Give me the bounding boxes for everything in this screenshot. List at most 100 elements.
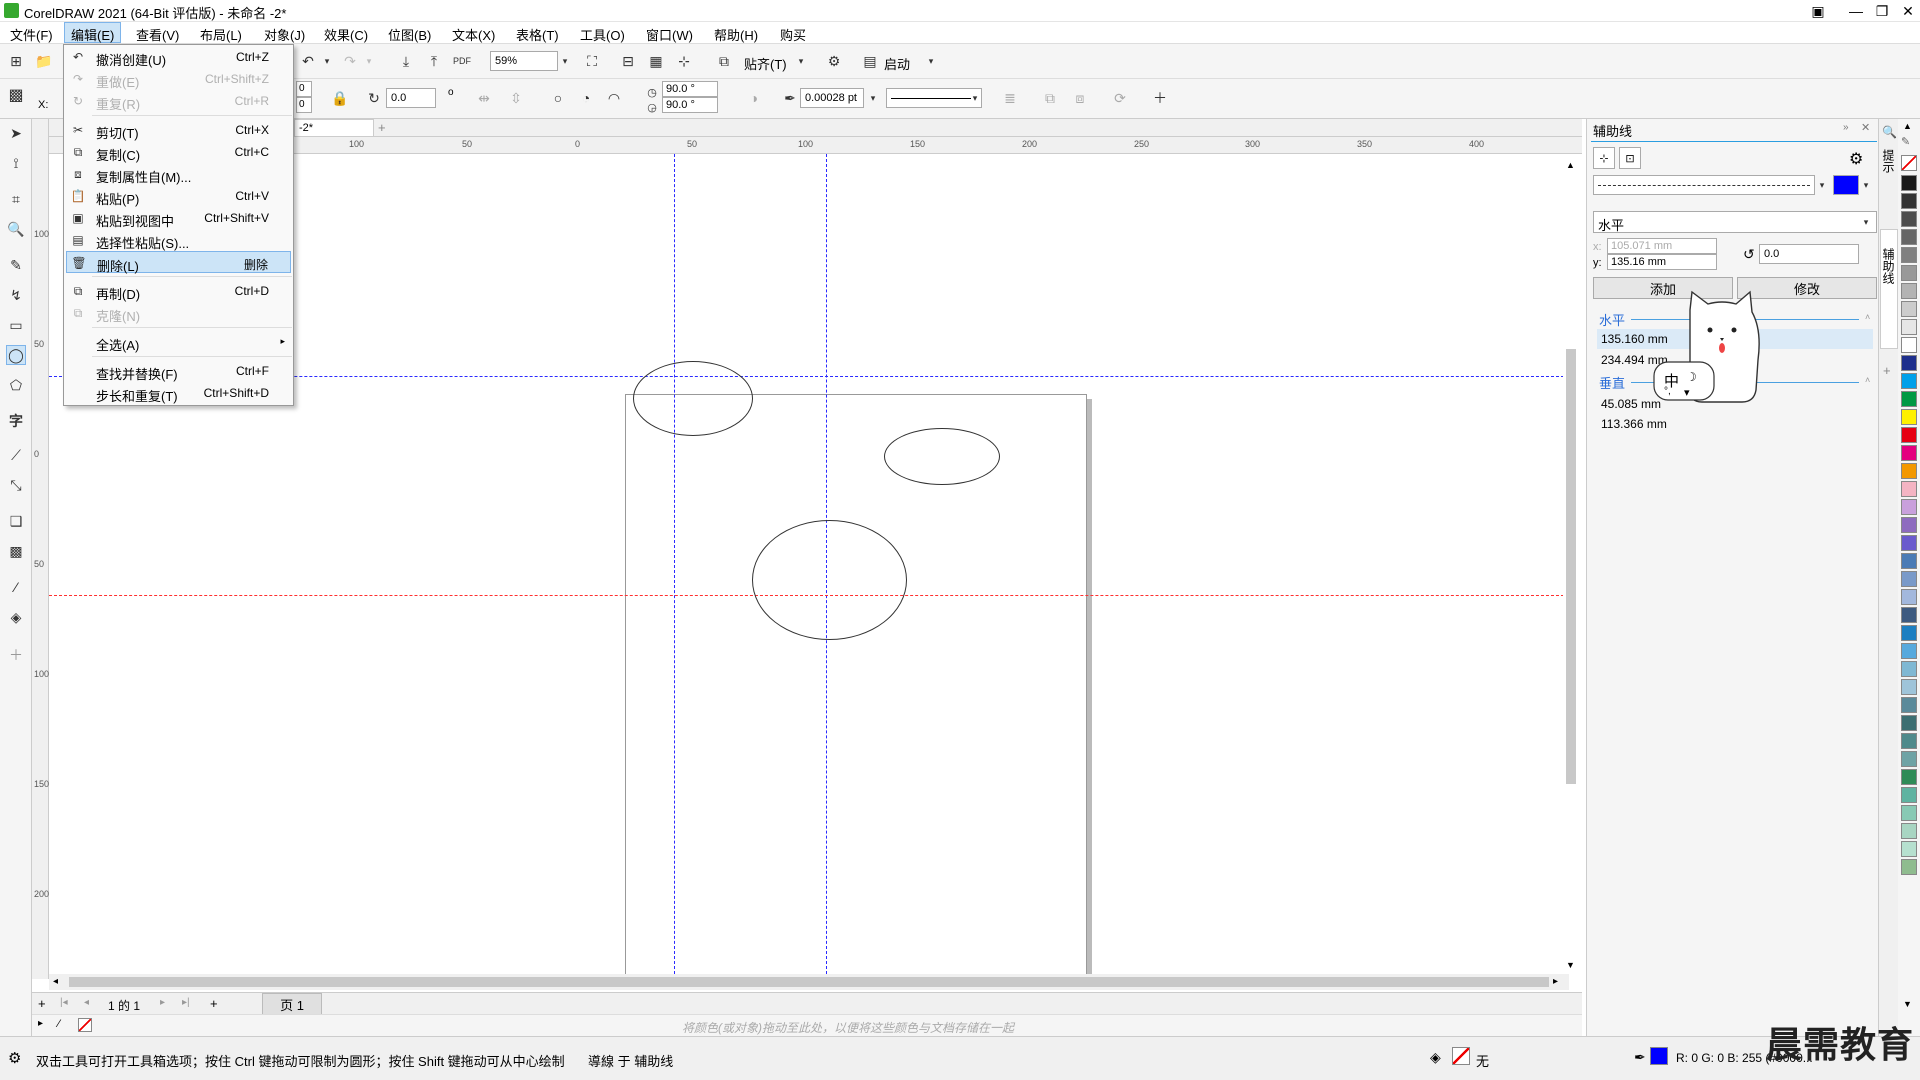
menu-help[interactable]: 帮助(H) bbox=[714, 25, 758, 44]
outline-color-swatch[interactable] bbox=[1650, 1047, 1668, 1065]
scroll-down-icon[interactable]: ▼ bbox=[1566, 960, 1575, 970]
ellipse-mode-icon[interactable]: ○ bbox=[548, 88, 568, 108]
transparency-icon[interactable]: ▩ bbox=[6, 541, 26, 561]
color-swatch[interactable] bbox=[1901, 607, 1917, 623]
zoom-dropdown[interactable]: ▾ bbox=[558, 51, 572, 71]
document-tab[interactable]: -2* bbox=[294, 119, 374, 137]
redo-dropdown[interactable]: ▾ bbox=[362, 51, 376, 71]
guide-list-item[interactable]: 113.366 mm bbox=[1601, 417, 1667, 431]
color-swatch[interactable] bbox=[1901, 643, 1917, 659]
palette-scroll-up-icon[interactable]: ▲ bbox=[1903, 121, 1912, 131]
launch-icon[interactable]: ▤ bbox=[860, 51, 880, 71]
lock-guide-icon[interactable]: ⊡ bbox=[1619, 147, 1641, 169]
menu-item-redo[interactable]: ↷ 重做(E) Ctrl+Shift+Z bbox=[66, 68, 291, 90]
guide-orientation-select[interactable]: 水平 bbox=[1593, 211, 1877, 233]
orientation-dropdown[interactable]: ▾ bbox=[1859, 212, 1873, 232]
outline-width-field[interactable]: 0.00028 pt bbox=[800, 88, 864, 108]
horizontal-scroll-thumb[interactable] bbox=[69, 977, 1549, 987]
color-swatch[interactable] bbox=[1901, 193, 1917, 209]
guide-y-field[interactable]: 135.16 mm bbox=[1607, 254, 1717, 270]
eyedropper-icon[interactable]: ⁄ bbox=[58, 1018, 60, 1030]
zoom-tool-icon[interactable]: 🔍 bbox=[6, 219, 26, 239]
rotation-field[interactable]: 0.0 bbox=[386, 88, 436, 108]
palette-edit-icon[interactable]: ✎ bbox=[1901, 135, 1910, 148]
color-swatch[interactable] bbox=[1901, 499, 1917, 515]
menu-item-cut[interactable]: ✂ 剪切(T) Ctrl+X bbox=[66, 119, 291, 141]
menu-layout[interactable]: 布局(L) bbox=[200, 25, 242, 44]
line-style-dropdown[interactable]: ▾ bbox=[968, 88, 982, 108]
guide-x-field[interactable]: 105.071 mm bbox=[1607, 238, 1717, 254]
full-screen-icon[interactable]: ⛶ bbox=[582, 51, 602, 71]
color-swatch[interactable] bbox=[1901, 733, 1917, 749]
new-document-icon[interactable]: ⊞ bbox=[6, 51, 26, 71]
launch-dropdown[interactable]: ▾ bbox=[924, 51, 938, 71]
outline-pen-icon[interactable]: ✒ bbox=[780, 88, 800, 108]
height-field[interactable]: 0 bbox=[296, 97, 312, 113]
pick-tool-icon[interactable]: ➤ bbox=[6, 123, 26, 143]
artistic-media-icon[interactable]: ↯ bbox=[6, 285, 26, 305]
ellipse-tool-icon[interactable]: ◯ bbox=[6, 345, 26, 365]
ime-punct-icon[interactable]: °, bbox=[1664, 386, 1671, 397]
fill-icon[interactable]: ◈ bbox=[1430, 1049, 1441, 1066]
menu-buy[interactable]: 购买 bbox=[780, 25, 806, 44]
add-page-before-icon[interactable]: + bbox=[38, 996, 46, 1011]
menu-table[interactable]: 表格(T) bbox=[516, 25, 559, 44]
color-swatch[interactable] bbox=[1901, 427, 1917, 443]
color-swatch[interactable] bbox=[1901, 841, 1917, 857]
menu-item-find-replace[interactable]: 查找并替换(F) Ctrl+F bbox=[66, 360, 291, 382]
menu-window[interactable]: 窗口(W) bbox=[646, 25, 693, 44]
vertical-guide[interactable] bbox=[674, 154, 675, 974]
palette-scroll-down-icon[interactable]: ▼ bbox=[1903, 999, 1912, 1009]
color-swatch[interactable] bbox=[1901, 247, 1917, 263]
color-swatch[interactable] bbox=[1901, 787, 1917, 803]
show-guides-icon[interactable]: ⊹ bbox=[674, 51, 694, 71]
color-swatch[interactable] bbox=[1901, 589, 1917, 605]
wrap-text-icon[interactable]: ≣ bbox=[1000, 88, 1020, 108]
menu-effects[interactable]: 效果(C) bbox=[324, 25, 368, 44]
guide-color-swatch[interactable] bbox=[1833, 175, 1859, 195]
color-swatch[interactable] bbox=[1901, 283, 1917, 299]
add-docker-icon[interactable]: + bbox=[1883, 363, 1891, 378]
color-swatch[interactable] bbox=[1901, 517, 1917, 533]
menu-tools[interactable]: 工具(O) bbox=[580, 25, 625, 44]
width-field[interactable]: 0 bbox=[296, 81, 312, 97]
color-swatch[interactable] bbox=[1901, 823, 1917, 839]
vertical-ruler[interactable]: 100 50 0 50 100 150 200 bbox=[32, 119, 49, 979]
menu-item-delete[interactable]: 🗑 删除(L) 删除 bbox=[66, 251, 291, 274]
dimension-tool-icon[interactable]: ⟋ bbox=[6, 445, 26, 465]
zoom-level-field[interactable]: 59% bbox=[490, 51, 558, 71]
color-swatch[interactable] bbox=[1901, 697, 1917, 713]
color-swatch[interactable] bbox=[1901, 229, 1917, 245]
menu-edit[interactable]: 编辑(E) bbox=[64, 22, 122, 43]
color-swatch[interactable] bbox=[1901, 535, 1917, 551]
menu-item-paste[interactable]: 📋 粘贴(P) Ctrl+V bbox=[66, 185, 291, 207]
color-swatch[interactable] bbox=[1901, 211, 1917, 227]
color-swatch[interactable] bbox=[1901, 769, 1917, 785]
end-angle-field[interactable]: 90.0 ° bbox=[662, 97, 718, 113]
color-swatch[interactable] bbox=[1901, 571, 1917, 587]
crop-tool-icon[interactable]: ⌗ bbox=[6, 189, 26, 209]
line-style-dropdown[interactable]: ▾ bbox=[1815, 175, 1829, 195]
docker-options-gear-icon[interactable]: ⚙ bbox=[1849, 149, 1863, 169]
scroll-right-icon[interactable]: ▸ bbox=[1553, 976, 1558, 987]
pie-mode-icon[interactable]: ◔ bbox=[576, 88, 596, 108]
menu-file[interactable]: 文件(F) bbox=[10, 25, 53, 44]
show-rulers-icon[interactable]: ⊟ bbox=[618, 51, 638, 71]
snap-icon[interactable]: ⧉ bbox=[714, 51, 734, 71]
vertical-scroll-thumb[interactable] bbox=[1566, 349, 1576, 784]
color-swatch[interactable] bbox=[1901, 391, 1917, 407]
color-swatch[interactable] bbox=[1901, 679, 1917, 695]
menu-item-paste-special[interactable]: ▤ 选择性粘贴(S)... bbox=[66, 229, 291, 251]
outline-pen-icon[interactable]: ✒ bbox=[1634, 1049, 1646, 1066]
color-swatch[interactable] bbox=[1901, 175, 1917, 191]
drop-shadow-icon[interactable]: ❑ bbox=[6, 511, 26, 531]
color-swatch[interactable] bbox=[1901, 553, 1917, 569]
polygon-tool-icon[interactable]: ⬠ bbox=[6, 375, 26, 395]
color-swatch[interactable] bbox=[1901, 409, 1917, 425]
vertical-guides-header[interactable]: 垂直 bbox=[1599, 373, 1625, 392]
menu-item-copy-properties[interactable]: ⧈ 复制属性自(M)... bbox=[66, 163, 291, 186]
collapse-icon[interactable]: ˄ bbox=[1865, 312, 1870, 322]
rectangle-tool-icon[interactable]: ▭ bbox=[6, 315, 26, 335]
color-swatch[interactable] bbox=[1901, 715, 1917, 731]
menu-item-paste-in-view[interactable]: ▣ 粘贴到视图中 Ctrl+Shift+V bbox=[66, 207, 291, 229]
